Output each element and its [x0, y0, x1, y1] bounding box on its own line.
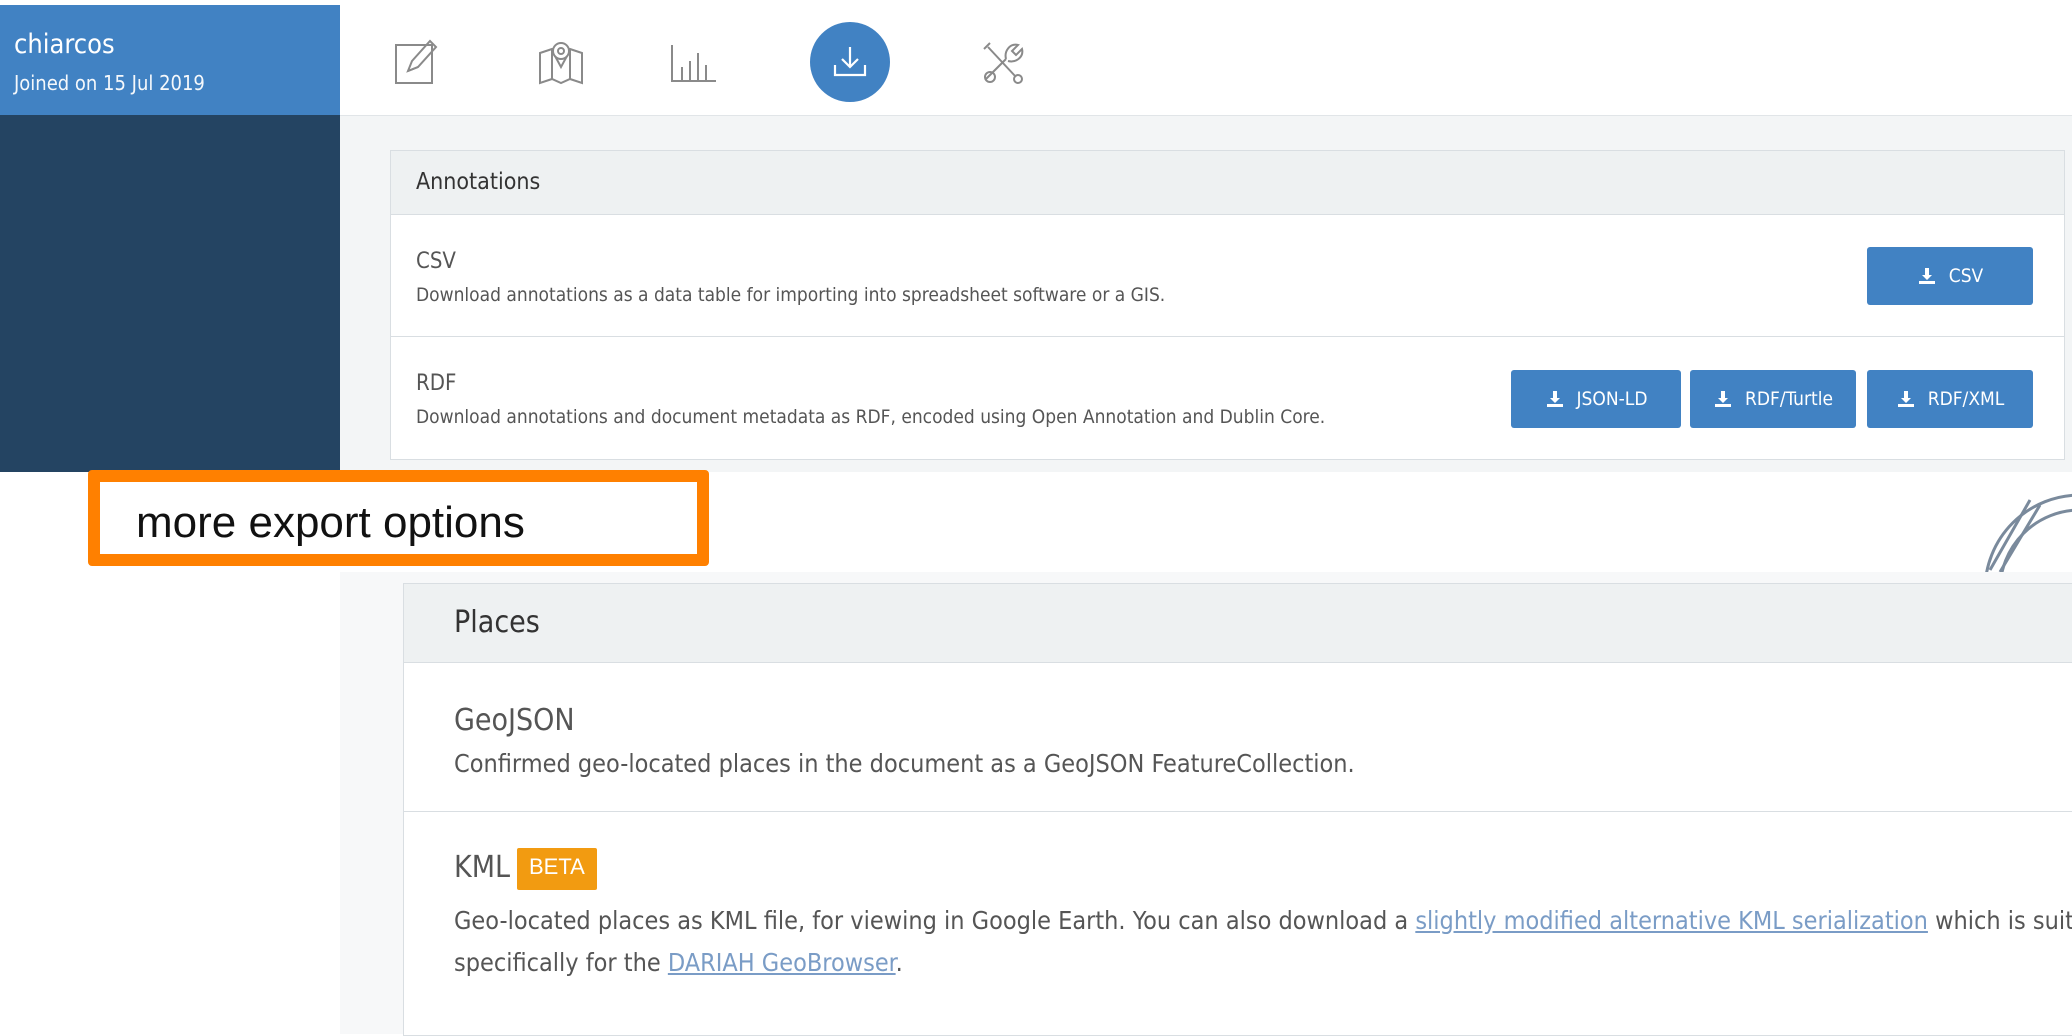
geojson-title: GeoJSON	[454, 703, 575, 738]
kml-desc-text2: which is suited	[1935, 906, 2072, 935]
download-arrow-icon	[1897, 391, 1914, 407]
csv-title: CSV	[416, 249, 456, 274]
download-arrow-icon	[1546, 391, 1563, 407]
places-heading: Places	[404, 584, 2072, 663]
annotations-panel: Annotations CSV Download annotations as …	[390, 150, 2065, 460]
places-panel: Places GeoJSON Confirmed geo-located pla…	[403, 583, 2072, 1036]
kml-title: KML	[454, 850, 511, 885]
turtle-button-label: RDF/Turtle	[1744, 388, 1833, 410]
geobrowser-link[interactable]: DARIAH GeoBrowser	[668, 948, 896, 977]
jsonld-button-label: JSON-LD	[1576, 388, 1648, 410]
map-icon[interactable]	[526, 27, 596, 97]
kml-row[interactable]: KML BETA Geo-located places as KML file,…	[404, 812, 2072, 1034]
kml-description-line2: specifically for the DARIAH GeoBrowser.	[454, 948, 903, 977]
geojson-row[interactable]: GeoJSON Confirmed geo-located places in …	[404, 663, 2072, 812]
download-icon[interactable]	[810, 22, 890, 102]
kml-desc-text3: specifically for the	[454, 948, 668, 977]
user-profile-header: chiarcos Joined on 15 Jul 2019	[0, 5, 340, 115]
username[interactable]: chiarcos	[14, 29, 115, 60]
csv-download-button[interactable]: CSV	[1867, 247, 2033, 305]
download-arrow-icon	[1714, 391, 1731, 407]
csv-description: Download annotations as a data table for…	[416, 284, 1166, 306]
kml-description-line1: Geo-located places as KML file, for view…	[454, 906, 2072, 935]
annotations-heading: Annotations	[391, 151, 2064, 215]
rdf-title: RDF	[416, 371, 457, 396]
csv-button-label: CSV	[1948, 265, 1984, 287]
callout-text: more export options	[136, 498, 525, 547]
rdfxml-button-label: RDF/XML	[1927, 388, 2005, 410]
rdf-description: Download annotations and document metada…	[416, 406, 1326, 428]
seal-decoration	[1970, 480, 2072, 572]
turtle-download-button[interactable]: RDF/Turtle	[1690, 370, 1856, 428]
download-arrow-icon	[1918, 268, 1935, 284]
sidebar	[0, 115, 340, 472]
joined-date: Joined on 15 Jul 2019	[14, 71, 205, 95]
csv-row: CSV Download annotations as a data table…	[391, 215, 2064, 337]
settings-icon[interactable]	[968, 27, 1038, 97]
jsonld-download-button[interactable]: JSON-LD	[1511, 370, 1681, 428]
document-toolbar	[340, 5, 2072, 116]
stats-icon[interactable]	[658, 27, 728, 97]
edit-icon[interactable]	[382, 27, 452, 97]
beta-badge: BETA	[517, 848, 597, 890]
rdf-row: RDF Download annotations and document me…	[391, 337, 2064, 458]
alt-kml-link[interactable]: slightly modified alternative KML serial…	[1415, 906, 1928, 935]
kml-desc-text4: .	[895, 948, 903, 977]
kml-desc-text1: Geo-located places as KML file, for view…	[454, 906, 1416, 935]
geojson-description: Confirmed geo-located places in the docu…	[454, 749, 1355, 778]
callout-box: more export options	[88, 470, 709, 566]
rdfxml-download-button[interactable]: RDF/XML	[1867, 370, 2033, 428]
